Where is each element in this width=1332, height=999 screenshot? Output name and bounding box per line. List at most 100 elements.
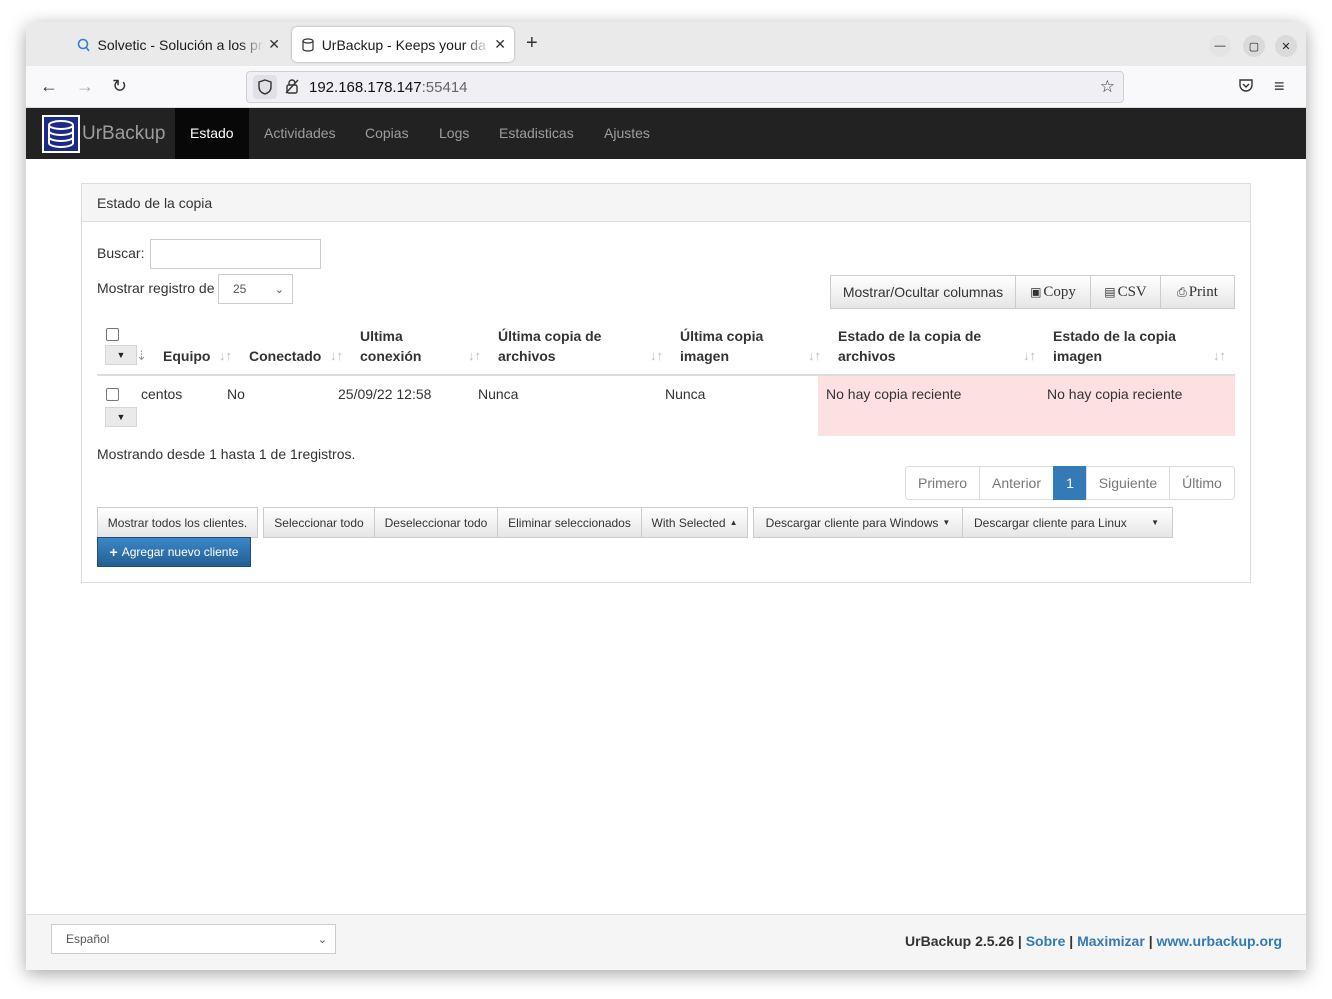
toggle-columns-button[interactable]: Mostrar/Ocultar columnas xyxy=(830,275,1016,309)
tab-urbackup[interactable]: UrBackup - Keeps your da ✕ xyxy=(292,27,514,62)
new-tab-icon[interactable]: + xyxy=(526,32,538,55)
forward-icon[interactable]: → xyxy=(76,76,94,97)
sort-icon[interactable]: ↓↑ xyxy=(1023,348,1036,363)
minimize-icon[interactable]: ― xyxy=(1209,35,1231,57)
header-line: imagen xyxy=(680,348,730,364)
header-equipo[interactable]: Equipo xyxy=(163,346,210,366)
cell-ultima-imagen: Nunca xyxy=(665,386,706,402)
search-input[interactable] xyxy=(150,239,321,269)
panel-title: Estado de la copia xyxy=(82,184,1250,222)
header-estado-copia-archivos[interactable]: Estado de la copia de archivos xyxy=(838,326,981,366)
page-first[interactable]: Primero xyxy=(905,466,980,500)
reload-icon[interactable]: ↻ xyxy=(112,76,127,97)
close-tab-icon[interactable]: ✕ xyxy=(268,36,280,53)
page-footer: Español ⌄ UrBackup 2.5.26 | Sobre | Maxi… xyxy=(26,914,1306,970)
csv-label: CSV xyxy=(1117,283,1147,300)
insecure-lock-icon[interactable] xyxy=(285,78,299,97)
print-label: Print xyxy=(1188,283,1218,300)
website-link[interactable]: www.urbackup.org xyxy=(1157,933,1283,949)
table-row[interactable] xyxy=(97,376,1235,436)
menu-icon[interactable]: ≡ xyxy=(1274,76,1285,97)
with-selected-button[interactable]: With Selected ▲ xyxy=(641,507,748,538)
solvetic-icon xyxy=(76,37,92,53)
show-all-clients-button[interactable]: Mostrar todos los clientes. xyxy=(97,507,258,538)
page-last[interactable]: Último xyxy=(1169,466,1235,500)
copy-button[interactable]: ▣ Copy xyxy=(1015,275,1091,309)
brand-name[interactable]: UrBackup xyxy=(82,123,165,145)
header-ultima-copia-archivos[interactable]: Última copia de archivos xyxy=(498,326,601,366)
sort-icon[interactable]: ↓↑ xyxy=(219,348,232,363)
header-line: Última copia de xyxy=(498,328,602,344)
add-client-button[interactable]: + Agregar nuevo cliente xyxy=(97,537,251,567)
cell-estado-archivos: No hay copia reciente xyxy=(826,386,962,402)
header-ultima-conexion[interactable]: Ultima conexión xyxy=(360,326,421,366)
download-windows-button[interactable]: Descargar cliente para Windows ▼ xyxy=(753,507,963,538)
header-conectado[interactable]: Conectado xyxy=(249,346,321,366)
row-dropdown-toggle[interactable]: ▼ xyxy=(105,407,137,427)
sort-icon[interactable]: ↓↑ xyxy=(650,348,663,363)
nav-logs[interactable]: Logs xyxy=(424,108,484,159)
close-tab-icon[interactable]: ✕ xyxy=(494,36,506,53)
cell-equipo[interactable]: centos xyxy=(141,386,182,402)
urbackup-logo-icon[interactable] xyxy=(42,115,80,153)
page-next[interactable]: Siguiente xyxy=(1086,466,1170,500)
plus-icon: + xyxy=(109,544,118,560)
header-estado-copia-imagen[interactable]: Estado de la copia imagen xyxy=(1053,326,1176,366)
table-info: Mostrando desde 1 hasta 1 de 1registros. xyxy=(97,446,356,462)
header-ultima-copia-imagen[interactable]: Última copia imagen xyxy=(680,326,763,366)
copy-icon: ▣ xyxy=(1030,285,1042,299)
sort-icon[interactable]: ↓↑ xyxy=(1213,348,1226,363)
url-bar[interactable]: 192.168.178.147:55414 ☆ xyxy=(246,71,1124,103)
footer-links: UrBackup 2.5.26 | Sobre | Maximizar | ww… xyxy=(905,933,1282,949)
csv-icon: ▤ xyxy=(1104,285,1116,299)
deselect-all-button[interactable]: Deseleccionar todo xyxy=(374,507,498,538)
header-line: Estado de la copia de xyxy=(838,328,982,344)
language-select[interactable]: Español ⌄ xyxy=(51,924,336,954)
records-value: 25 xyxy=(233,282,247,296)
pocket-icon[interactable] xyxy=(1238,77,1254,98)
nav-estado[interactable]: Estado xyxy=(175,108,249,159)
about-link[interactable]: Sobre xyxy=(1026,933,1066,949)
caret-down-icon: ▼ xyxy=(942,518,951,527)
nav-ajustes[interactable]: Ajustes xyxy=(589,108,665,159)
sort-asc-icon[interactable]: ⇣ xyxy=(136,348,147,364)
separator: | xyxy=(1069,933,1074,949)
sort-icon[interactable]: ↓↑ xyxy=(330,348,343,363)
download-linux-label: Descargar cliente para Linux xyxy=(974,515,1127,530)
delete-selected-button[interactable]: Eliminar seleccionados xyxy=(497,507,642,538)
records-per-page-select[interactable]: 25 ⌄ xyxy=(218,274,293,304)
tab-strip: Solvetic - Solución a los pro ✕ UrBackup… xyxy=(26,22,1306,66)
sort-icon[interactable]: ↓↑ xyxy=(468,348,481,363)
nav-actividades[interactable]: Actividades xyxy=(249,108,351,159)
nav-estadisticas[interactable]: Estadisticas xyxy=(484,108,589,159)
tab-solvetic[interactable]: Solvetic - Solución a los pro ✕ xyxy=(68,27,288,62)
close-window-icon[interactable]: ✕ xyxy=(1275,35,1297,57)
search-label: Buscar: xyxy=(97,245,145,261)
nav-copias[interactable]: Copias xyxy=(350,108,424,159)
separator: | xyxy=(1148,933,1153,949)
alert-cell-background xyxy=(818,376,1235,436)
back-icon[interactable]: ← xyxy=(40,76,58,97)
url-host: 192.168.178.147 xyxy=(309,78,422,96)
row-checkbox[interactable] xyxy=(106,388,119,401)
maximize-link[interactable]: Maximizar xyxy=(1077,933,1145,949)
print-button[interactable]: ⎙ Print xyxy=(1160,275,1235,309)
page-previous[interactable]: Anterior xyxy=(979,466,1054,500)
select-all-button[interactable]: Seleccionar todo xyxy=(263,507,375,538)
page-1[interactable]: 1 xyxy=(1053,466,1087,500)
database-icon xyxy=(300,37,316,53)
chevron-down-icon: ⌄ xyxy=(274,283,284,296)
header-line: Ultima xyxy=(360,328,403,344)
separator: | xyxy=(1017,933,1022,949)
records-label: Mostrar registro de xyxy=(97,280,215,296)
download-linux-button[interactable]: Descargar cliente para Linux ▼ xyxy=(962,507,1173,538)
bookmark-star-icon[interactable]: ☆ xyxy=(1100,77,1115,97)
maximize-icon[interactable]: ▢ xyxy=(1243,35,1265,57)
sort-icon[interactable]: ↓↑ xyxy=(808,348,821,363)
cell-estado-imagen: No hay copia reciente xyxy=(1047,386,1183,402)
print-icon: ⎙ xyxy=(1177,284,1187,299)
header-dropdown-toggle[interactable]: ▼ xyxy=(105,345,137,365)
csv-button[interactable]: ▤ CSV xyxy=(1090,275,1161,309)
select-all-checkbox[interactable] xyxy=(106,328,119,341)
shield-icon[interactable] xyxy=(253,75,277,99)
